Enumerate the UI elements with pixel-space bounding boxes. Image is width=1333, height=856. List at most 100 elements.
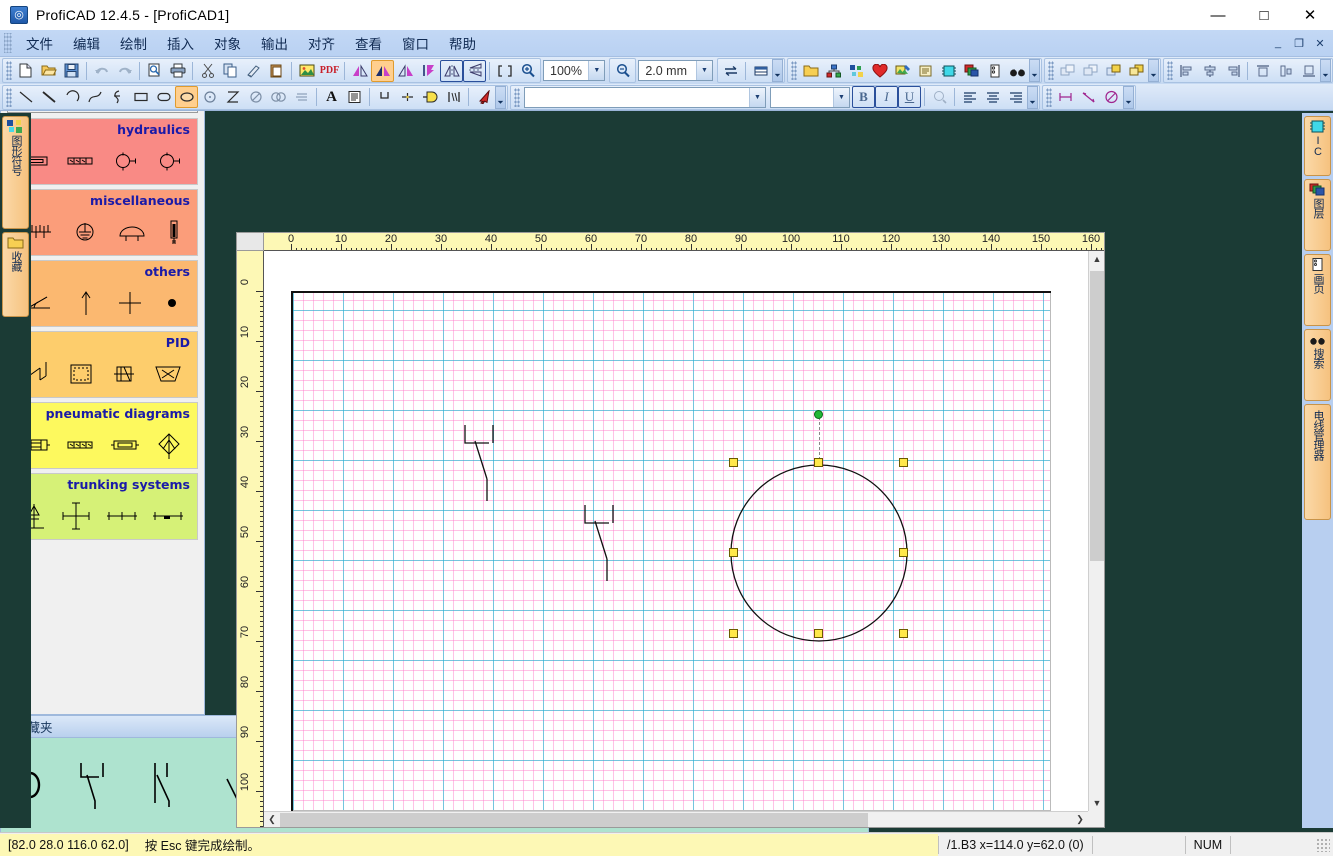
vtab-pages[interactable]: 画页 bbox=[1304, 254, 1331, 326]
canvas-symbol-changeover-1[interactable] bbox=[459, 421, 519, 511]
menu-edit[interactable]: 编辑 bbox=[63, 30, 110, 56]
textbox-tool-button[interactable] bbox=[343, 86, 366, 108]
canvas-symbol-changeover-2[interactable] bbox=[579, 501, 639, 591]
vtab-layers[interactable]: 图层 bbox=[1304, 179, 1331, 251]
menu-object[interactable]: 对象 bbox=[204, 30, 251, 56]
curve-tool-button[interactable] bbox=[106, 86, 129, 108]
selection-handle-top-center[interactable] bbox=[814, 458, 823, 467]
vtab-favorites[interactable]: 收藏 bbox=[2, 232, 29, 317]
selection-handle-bottom-center[interactable] bbox=[814, 629, 823, 638]
pages-button[interactable] bbox=[983, 60, 1006, 82]
blocks-button[interactable] bbox=[845, 60, 868, 82]
linear-dimension-button[interactable] bbox=[1054, 86, 1077, 108]
font-size-combo[interactable]: ▼ bbox=[770, 86, 850, 108]
text-tool-button[interactable]: A bbox=[320, 86, 343, 108]
wire-label-tool-button[interactable] bbox=[419, 86, 442, 108]
binoculars-search-button[interactable] bbox=[1006, 60, 1029, 82]
vtab-search[interactable]: 搜索 bbox=[1304, 329, 1331, 401]
menu-help[interactable]: 帮助 bbox=[439, 30, 486, 56]
bring-to-front-button[interactable] bbox=[1056, 60, 1079, 82]
canvas-horizontal-scrollbar[interactable]: ❮ ❯ bbox=[264, 811, 1088, 827]
cut-button[interactable] bbox=[196, 60, 219, 82]
vtab-graphic-symbols[interactable]: 图形符号 bbox=[2, 116, 29, 229]
mirror-horizontal-button[interactable] bbox=[440, 59, 463, 82]
new-file-button[interactable] bbox=[14, 60, 37, 82]
drawing-sheet[interactable] bbox=[291, 291, 1051, 811]
menu-drag-grip[interactable] bbox=[4, 33, 12, 53]
canvas-vertical-scrollbar[interactable]: ▲ ▼ bbox=[1088, 251, 1104, 811]
layers-button[interactable] bbox=[960, 60, 983, 82]
junction-tool-button[interactable] bbox=[396, 86, 419, 108]
menu-view[interactable]: 查看 bbox=[345, 30, 392, 56]
text-color-button[interactable] bbox=[928, 86, 951, 108]
chevron-down-icon[interactable]: ▼ bbox=[588, 61, 605, 80]
minimize-button[interactable]: — bbox=[1195, 0, 1241, 30]
export-pdf-button[interactable]: PDF bbox=[318, 60, 341, 82]
toolbar-overflow-button[interactable]: ⏷ bbox=[1027, 85, 1038, 109]
align-middle-button[interactable] bbox=[1274, 60, 1297, 82]
open-library-button[interactable] bbox=[799, 60, 822, 82]
zoom-in-button[interactable] bbox=[516, 60, 539, 82]
mdi-close-button[interactable]: ✕ bbox=[1313, 37, 1327, 50]
selection-handle-bottom-right[interactable] bbox=[899, 629, 908, 638]
toolbar-overflow-button[interactable]: ⏷ bbox=[1123, 85, 1134, 109]
circle-tool-button[interactable] bbox=[198, 86, 221, 108]
horizontal-ruler[interactable]: 0 10 20 30 40 50 60 70 80 90 100 110 120 130 140 150 160 bbox=[264, 233, 1104, 251]
toolbar-grip[interactable] bbox=[791, 61, 797, 80]
hourglass-tool-button[interactable] bbox=[221, 86, 244, 108]
hierarchy-button[interactable] bbox=[822, 60, 845, 82]
selection-handle-middle-left[interactable] bbox=[729, 548, 738, 557]
align-right-button[interactable] bbox=[1221, 60, 1244, 82]
font-name-combo[interactable]: ▼ bbox=[524, 86, 766, 108]
category-pid[interactable]: PID bbox=[7, 331, 198, 398]
bus-tool-button[interactable] bbox=[442, 86, 465, 108]
toolbar-grip[interactable] bbox=[1167, 61, 1173, 80]
align-bottom-button[interactable] bbox=[1297, 60, 1320, 82]
category-hydraulics[interactable]: hydraulics bbox=[7, 118, 198, 185]
export-image-button[interactable] bbox=[295, 60, 318, 82]
pointer-tool-button[interactable] bbox=[472, 86, 495, 108]
italic-button[interactable]: I bbox=[875, 86, 898, 108]
rectangle-tool-button[interactable] bbox=[129, 86, 152, 108]
menu-align[interactable]: 对齐 bbox=[298, 30, 345, 56]
toolbar-overflow-button[interactable]: ⏷ bbox=[495, 85, 506, 109]
vertical-ruler[interactable]: 0 10 20 30 40 50 60 70 80 90 100 bbox=[237, 251, 264, 827]
bold-button[interactable]: B bbox=[852, 86, 875, 108]
scroll-right-arrow-icon[interactable]: ❯ bbox=[1072, 812, 1088, 828]
favorites-heart-button[interactable] bbox=[868, 60, 891, 82]
chevron-down-icon[interactable]: ▼ bbox=[696, 61, 712, 80]
line-list-tool-button[interactable] bbox=[290, 86, 313, 108]
toolbar-overflow-button[interactable]: ⏷ bbox=[1148, 59, 1159, 82]
zoom-combo[interactable]: 100% ▼ bbox=[543, 60, 606, 81]
align-left-button[interactable] bbox=[1175, 60, 1198, 82]
selection-handle-top-left[interactable] bbox=[729, 458, 738, 467]
toolbar-grip[interactable] bbox=[1046, 87, 1052, 107]
line-tool-button[interactable] bbox=[14, 86, 37, 108]
rotation-handle[interactable] bbox=[814, 410, 823, 419]
grid-size-combo[interactable]: 2.0 mm ▼ bbox=[638, 60, 713, 81]
align-text-center-button[interactable] bbox=[981, 86, 1004, 108]
bezier-tool-button[interactable] bbox=[83, 86, 106, 108]
save-button[interactable] bbox=[60, 60, 83, 82]
ellipse-tool-button[interactable] bbox=[175, 86, 198, 108]
flip-right-button[interactable] bbox=[394, 60, 417, 82]
menu-window[interactable]: 窗口 bbox=[392, 30, 439, 56]
send-to-back-button[interactable] bbox=[1079, 60, 1102, 82]
menu-insert[interactable]: 插入 bbox=[157, 30, 204, 56]
bring-forward-button[interactable] bbox=[1102, 60, 1125, 82]
maximize-button[interactable]: □ bbox=[1241, 0, 1287, 30]
selection-handle-bottom-left[interactable] bbox=[729, 629, 738, 638]
undo-button[interactable] bbox=[90, 60, 113, 82]
arc-tool-button[interactable] bbox=[60, 86, 83, 108]
menu-file[interactable]: 文件 bbox=[16, 30, 63, 56]
selection-handle-middle-right[interactable] bbox=[899, 548, 908, 557]
send-backward-button[interactable] bbox=[1125, 60, 1148, 82]
scroll-down-arrow-icon[interactable]: ▼ bbox=[1089, 795, 1105, 811]
menu-draw[interactable]: 绘制 bbox=[110, 30, 157, 56]
radius-dimension-button[interactable] bbox=[1100, 86, 1123, 108]
toolbar-grip[interactable] bbox=[1048, 61, 1054, 80]
vertical-scroll-thumb[interactable] bbox=[1090, 271, 1104, 561]
underline-button[interactable]: U bbox=[898, 86, 921, 108]
align-text-left-button[interactable] bbox=[958, 86, 981, 108]
category-pneumatic[interactable]: pneumatic diagrams bbox=[7, 402, 198, 469]
